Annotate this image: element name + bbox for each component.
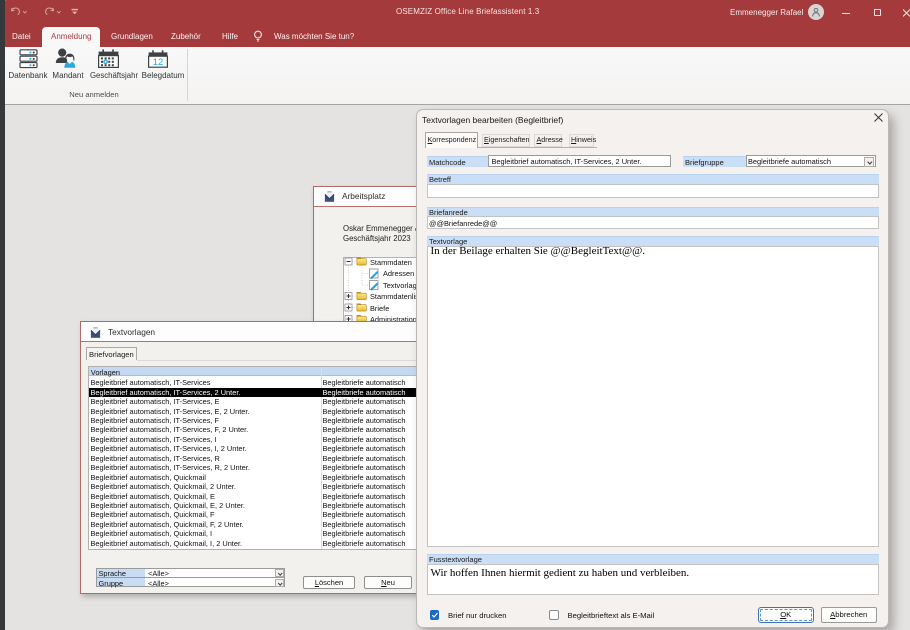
svg-text:12: 12 xyxy=(153,57,164,68)
